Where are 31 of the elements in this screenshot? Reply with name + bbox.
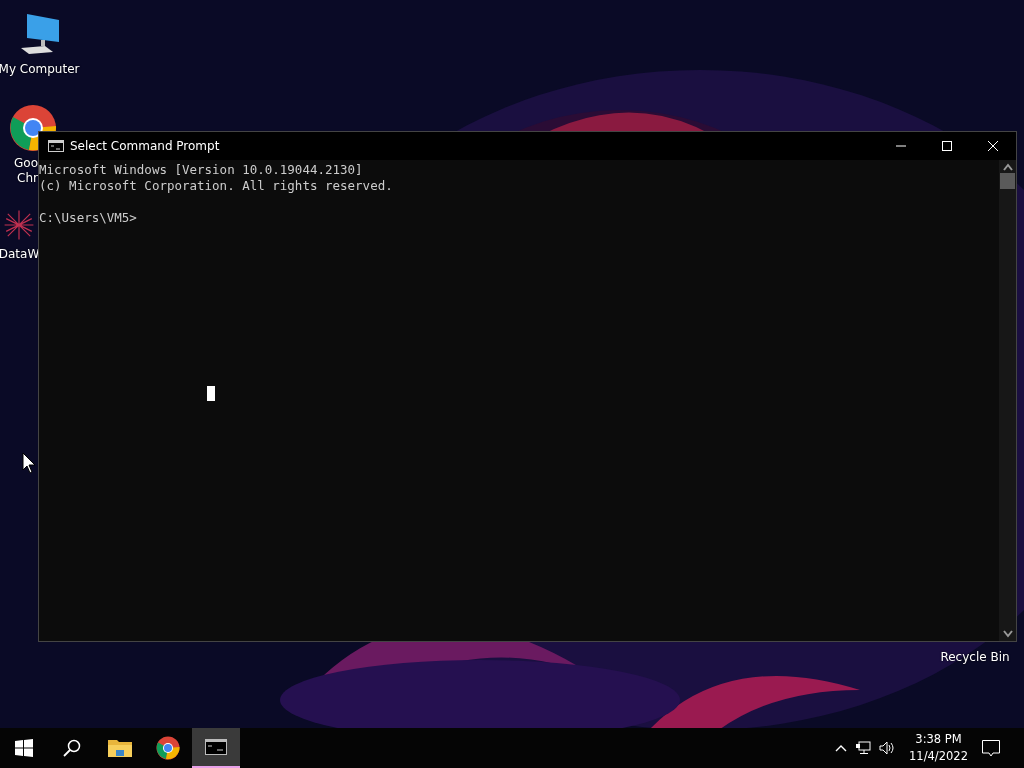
folder-icon [108,738,132,758]
console-line: (c) Microsoft Corporation. All rights reserved. [39,178,394,194]
speaker-icon[interactable] [879,741,896,755]
icon-label: Chr [17,171,38,186]
icon-label: Recycle Bin [940,650,1010,665]
scroll-up-icon[interactable] [1002,163,1013,171]
network-icon[interactable] [855,741,872,755]
close-icon [988,141,998,151]
scroll-thumb[interactable] [1000,173,1015,189]
search-icon [63,739,81,757]
console-icon [48,140,64,152]
notification-icon[interactable] [982,739,1000,757]
maximize-icon [942,141,952,151]
scroll-down-icon[interactable] [1002,630,1013,638]
cmd-taskbar-button[interactable] [192,728,240,768]
star-burst-icon[interactable] [3,209,35,241]
console-line: Microsoft Windows [Version 10.0.19044.2130] [39,162,364,178]
window-title: Select Command Prompt [70,139,221,153]
windows-logo-icon [15,739,33,757]
scrollbar[interactable] [999,160,1016,641]
command-prompt: C:\Users\VM5> [39,210,138,226]
chrome-icon [156,736,180,760]
icon-label: My Computer [0,62,80,77]
clock-date[interactable]: 11/4/2022 [909,748,968,765]
icon-label: DataW [0,247,40,262]
icon-label: Goo [14,156,38,171]
chevron-up-icon[interactable] [835,744,848,752]
text-cursor [207,386,215,401]
clock-time[interactable]: 3:38 PM [915,731,962,748]
mouse-pointer-icon [22,452,36,474]
console-icon [205,739,227,755]
